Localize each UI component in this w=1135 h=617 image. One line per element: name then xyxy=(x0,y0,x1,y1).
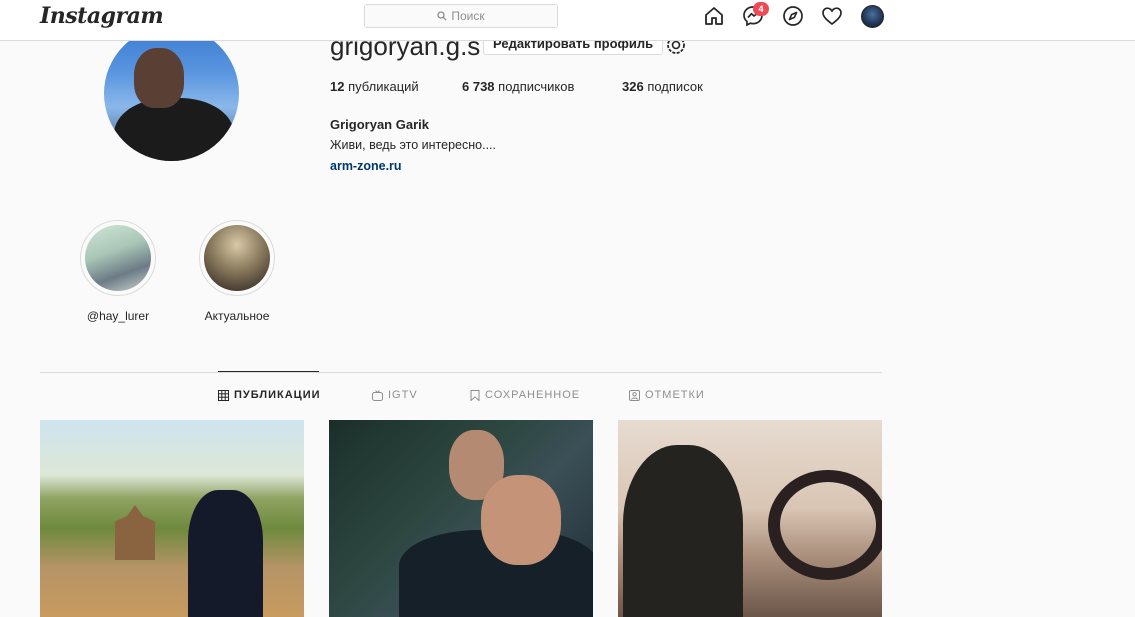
post-thumbnail[interactable] xyxy=(40,420,304,617)
highlight-aktualnoe[interactable] xyxy=(199,220,275,296)
home-icon[interactable] xyxy=(703,5,725,27)
profile-website-link[interactable]: arm-zone.ru xyxy=(330,159,402,173)
profile-picture-body xyxy=(114,98,234,161)
posts-count: 12 публикаций xyxy=(330,79,419,94)
following-count[interactable]: 326 подписок xyxy=(622,79,703,94)
profile-picture-head xyxy=(134,48,184,108)
post-image-detail xyxy=(481,475,561,565)
profile-bio: Живи, ведь это интересно.... xyxy=(330,138,496,152)
following-value: 326 xyxy=(622,79,644,94)
tab-saved-label: СОХРАНЕННОЕ xyxy=(485,389,581,401)
post-thumbnail[interactable] xyxy=(618,420,882,617)
grid-icon xyxy=(218,389,229,401)
tab-posts-label: ПУБЛИКАЦИИ xyxy=(234,389,321,401)
bookmark-icon xyxy=(470,389,480,401)
avatar[interactable] xyxy=(861,5,884,28)
tabs-divider xyxy=(40,372,882,373)
profile-full-name: Grigoryan Garik xyxy=(330,117,429,132)
highlight-label: @hay_lurer xyxy=(86,309,150,323)
post-image-detail xyxy=(188,490,263,617)
tab-igtv[interactable]: IGTV xyxy=(372,389,418,401)
search-input[interactable]: Поиск xyxy=(364,4,558,28)
tab-posts[interactable]: ПУБЛИКАЦИИ xyxy=(218,389,321,401)
heart-icon[interactable] xyxy=(821,5,843,27)
highlight-label: Актуальное xyxy=(204,309,270,323)
instagram-logo[interactable]: Instagram xyxy=(40,3,164,29)
posts-value: 12 xyxy=(330,79,345,94)
igtv-icon xyxy=(372,389,383,401)
followers-value: 6 738 xyxy=(462,79,495,94)
search-placeholder: Поиск xyxy=(451,9,485,23)
top-navbar: Instagram Поиск 4 xyxy=(0,0,1135,41)
tab-tagged[interactable]: ОТМЕТКИ xyxy=(629,389,705,401)
highlight-hay-lurer[interactable] xyxy=(80,220,156,296)
search-icon xyxy=(437,11,447,21)
post-thumbnail[interactable] xyxy=(329,420,593,617)
messages-badge: 4 xyxy=(753,2,769,16)
profile-picture[interactable] xyxy=(104,26,239,161)
following-label: подписок xyxy=(647,79,703,94)
tab-igtv-label: IGTV xyxy=(388,389,418,401)
highlight-cover-image xyxy=(204,225,270,291)
post-image-detail xyxy=(115,505,155,560)
tagged-icon xyxy=(629,389,640,401)
tab-saved[interactable]: СОХРАНЕННОЕ xyxy=(470,389,580,401)
followers-count[interactable]: 6 738 подписчиков xyxy=(462,79,574,94)
active-tab-indicator xyxy=(218,371,319,372)
tab-tagged-label: ОТМЕТКИ xyxy=(645,389,705,401)
explore-icon[interactable] xyxy=(782,5,804,27)
followers-label: подписчиков xyxy=(498,79,575,94)
post-image-detail xyxy=(768,470,882,580)
posts-label: публикаций xyxy=(348,79,419,94)
post-image-detail xyxy=(623,445,743,617)
highlight-cover-image xyxy=(85,225,151,291)
